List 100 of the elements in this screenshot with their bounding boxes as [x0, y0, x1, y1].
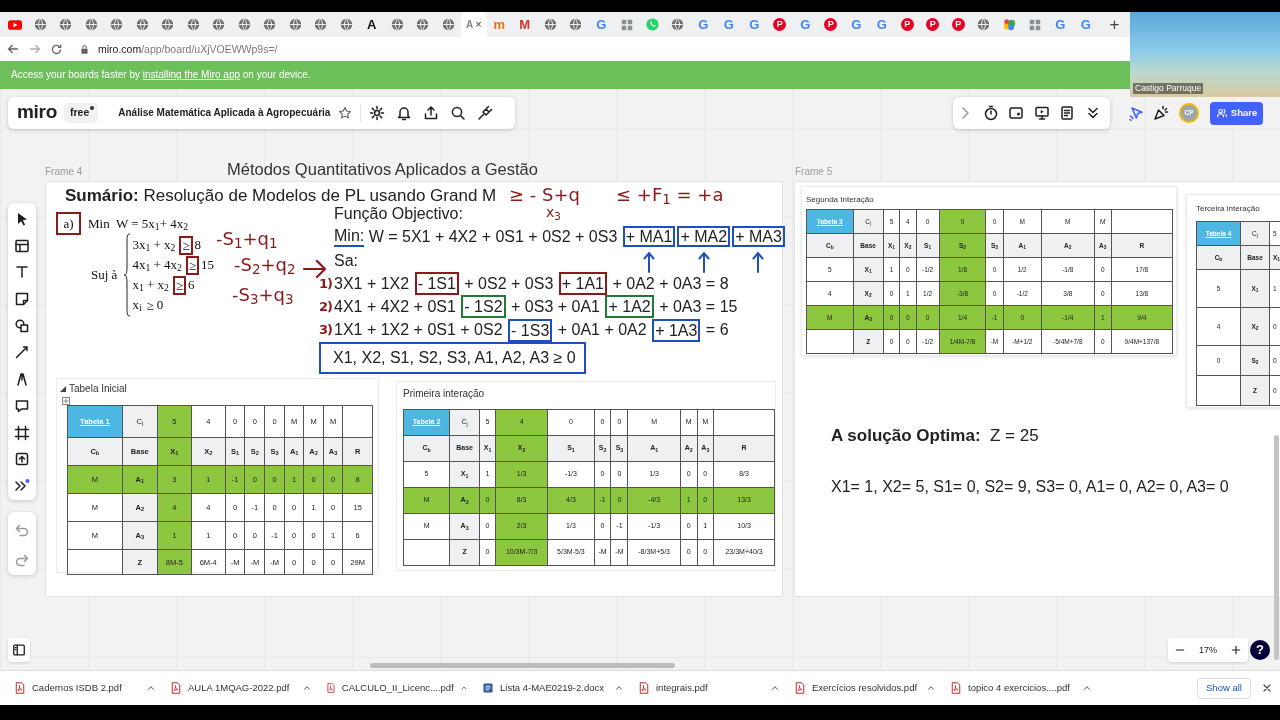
equation-text: + 0A2 + 0A3 = 8: [611, 273, 729, 294]
board-title[interactable]: Análise Matemática Aplicada à Agropecuária: [118, 107, 331, 119]
equation-text: 1X1 + 1X2 + 0S1 + 0S2: [334, 320, 504, 341]
text-tool-icon[interactable]: [14, 264, 30, 281]
download-file-name[interactable]: CALCULO_II_Licenc....pdf: [341, 682, 454, 694]
redo-icon[interactable]: [14, 552, 30, 568]
math-text: Suj à: [91, 267, 118, 283]
lock-icon[interactable]: [79, 43, 90, 55]
table-caption: Tabela Inicial: [69, 383, 127, 395]
card-icon[interactable]: [1008, 105, 1025, 121]
line-icon[interactable]: [14, 344, 30, 361]
download-file-name[interactable]: Lista 4-MAE0219-2.docx: [500, 682, 608, 694]
search-icon[interactable]: [450, 105, 467, 121]
address-field[interactable]: miro.com/app/board/uXjVOEWWp9s=/: [98, 42, 278, 56]
timer-icon[interactable]: [982, 105, 999, 121]
boxed-term: - 1S2: [461, 295, 506, 319]
ink-arrow-icon: [752, 250, 765, 273]
globe-icon: [339, 18, 353, 31]
favicon-letter: A: [367, 17, 377, 32]
browser-tab[interactable]: P: [945, 12, 971, 37]
show-all-button[interactable]: Show all: [1197, 677, 1251, 699]
presentation-icon[interactable]: [1033, 105, 1050, 121]
favicon-letter: G: [800, 17, 811, 32]
reload-icon[interactable]: [50, 42, 63, 56]
frame-label: Frame 4: [45, 166, 83, 178]
shapes-icon[interactable]: [14, 317, 30, 334]
horizontal-scrollbar[interactable]: [370, 663, 675, 668]
browser-tab[interactable]: G: [741, 12, 767, 37]
result-text: A solução Optima: Z = 25: [831, 426, 1039, 447]
bell-icon[interactable]: [396, 105, 413, 121]
favicon-badge: P: [951, 18, 965, 31]
more-tools-icon[interactable]: [14, 477, 30, 494]
download-file-name[interactable]: topico 4 exercicios....pdf: [968, 682, 1076, 694]
notes-icon[interactable]: [1059, 105, 1076, 121]
equation-text: 3X1 + 1X2: [334, 273, 411, 294]
caret-icon[interactable]: [459, 683, 468, 693]
back-icon[interactable]: [6, 42, 20, 56]
star-icon[interactable]: [338, 106, 353, 120]
plus-icon[interactable]: [1229, 644, 1242, 656]
logo: miro: [17, 102, 57, 121]
favicon-letter: G: [1055, 17, 1066, 32]
browser-tab[interactable]: m: [486, 12, 512, 37]
browser-tab[interactable]: M: [512, 12, 538, 37]
browser-tab[interactable]: P: [920, 12, 946, 37]
vertical-scrollbar[interactable]: [1274, 435, 1279, 660]
globe-icon: [977, 18, 991, 31]
cursor-arrow-icon[interactable]: [1129, 105, 1145, 121]
help-button[interactable]: ?: [1250, 640, 1270, 660]
favicon-letter: M: [519, 17, 531, 32]
comment-icon[interactable]: [14, 397, 30, 414]
math-text: 4x$_{1}$ + 4x$_{2}$: [132, 256, 182, 275]
browser-tab[interactable]: G: [869, 12, 895, 37]
browser-tab[interactable]: A: [359, 12, 385, 37]
ink-arrow-icon: [302, 258, 328, 280]
math-text: x$_{1}$ + x$_{2}$: [132, 276, 169, 295]
caret-icon[interactable]: [770, 683, 780, 693]
browser-tab[interactable]: P: [894, 12, 920, 37]
undo-icon[interactable]: [14, 522, 30, 538]
sticky-note-icon[interactable]: [14, 291, 30, 308]
browser-tab[interactable]: G: [1047, 12, 1073, 37]
browser-tab[interactable]: P: [818, 12, 844, 37]
panel-toggle-button[interactable]: [8, 638, 30, 662]
inequality-sign: ≥: [145, 297, 155, 313]
caret-icon[interactable]: [1082, 683, 1092, 693]
handwritten-note: x$_{3}$: [546, 205, 561, 219]
settings-icon[interactable]: [369, 105, 386, 121]
plug-icon[interactable]: [477, 105, 494, 121]
pdf-file-icon: [794, 682, 806, 694]
download-file-name[interactable]: Exercícios resolvidos.pdf: [812, 682, 920, 694]
browser-tab[interactable]: G: [588, 12, 614, 37]
party-icon[interactable]: [1153, 105, 1169, 121]
browser-tab[interactable]: G: [792, 12, 818, 37]
table-icon[interactable]: [14, 237, 30, 254]
browser-tab[interactable]: A ×: [461, 12, 487, 37]
upload-icon[interactable]: [14, 451, 30, 468]
caret-icon[interactable]: [146, 683, 156, 693]
browser-tab[interactable]: G: [843, 12, 869, 37]
pen-icon[interactable]: [14, 371, 30, 388]
caret-icon[interactable]: [926, 683, 936, 693]
browser-tab[interactable]: G: [690, 12, 716, 37]
inequality-sign: ≥: [172, 275, 187, 295]
frame-icon[interactable]: [14, 424, 30, 441]
pdf-file-icon: [170, 682, 182, 694]
close-icon[interactable]: [1261, 682, 1273, 694]
browser-tab[interactable]: G: [1073, 12, 1099, 37]
caret-icon[interactable]: [614, 683, 624, 693]
handwritten-note: -S$_{3}$+q$_{3}$: [232, 286, 294, 304]
close-tab-button[interactable]: ×: [475, 19, 482, 30]
caret-icon[interactable]: [302, 683, 312, 693]
favicon-letter: G: [1080, 17, 1091, 32]
browser-tab[interactable]: G: [716, 12, 742, 37]
download-file-name[interactable]: AULA 1MQAG-2022.pdf: [188, 682, 296, 694]
share-button[interactable]: Share: [1210, 101, 1263, 125]
download-file-name[interactable]: Cadernos ISDB 2.pdf: [32, 682, 140, 694]
browser-tab[interactable]: P: [767, 12, 793, 37]
upload-icon[interactable]: [423, 105, 440, 121]
move-handle-icon[interactable]: [62, 397, 70, 405]
download-file-name[interactable]: integrais.pdf: [656, 682, 764, 694]
new-tab-button[interactable]: +: [1109, 16, 1120, 33]
boxed-term: - 1S1: [414, 272, 459, 296]
